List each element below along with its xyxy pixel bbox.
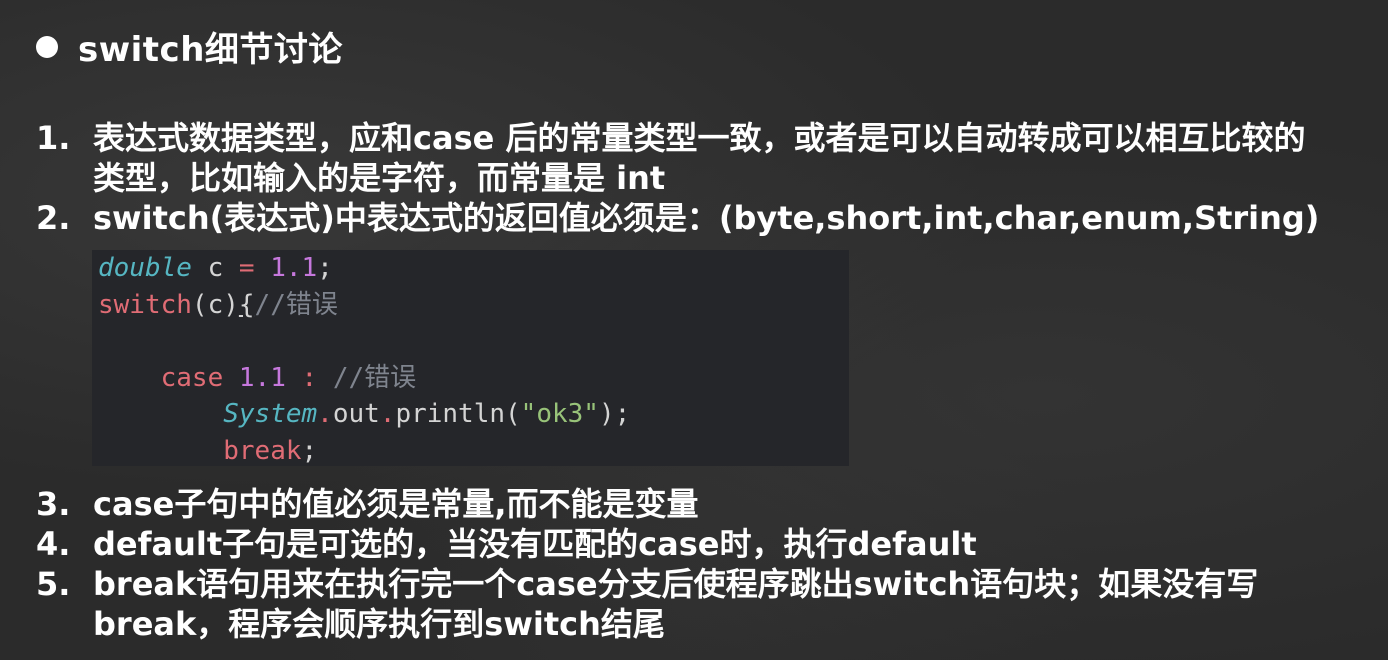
rules-list-top: 1. 表达式数据类型，应和case 后的常量类型一致，或者是可以自动转成可以相互… <box>36 118 1371 238</box>
code-class: System <box>223 399 318 429</box>
rules-list-bottom: 3. case子句中的值必须是常量,而不能是变量 4. default子句是可选… <box>36 484 1371 644</box>
item-line: switch(表达式)中表达式的返回值必须是：(byte,short,int,c… <box>93 199 1320 237</box>
list-item: 5. break语句用来在执行完一个case分支后使程序跳出switch语句块；… <box>36 564 1371 644</box>
code-semicolon: ; <box>301 435 318 466</box>
item-line: break，程序会顺序执行到switch结尾 <box>93 605 665 643</box>
item-number: 5. <box>36 565 71 603</box>
code-keyword: switch <box>98 289 192 320</box>
item-text: break语句用来在执行完一个case分支后使程序跳出switch语句块；如果没… <box>93 564 1371 644</box>
item-line: 表达式数据类型，应和case 后的常量类型一致，或者是可以自动转成可以相互比较的 <box>93 119 1306 157</box>
code-comment: //错误 <box>317 362 417 393</box>
item-line: 类型，比如输入的是字符，而常量是 int <box>93 159 666 197</box>
list-item: 4. default子句是可选的，当没有匹配的case时，执行default <box>36 524 1371 564</box>
code-dot: . <box>317 399 333 429</box>
code-line-5: System.out.println("ok3"); <box>98 396 849 433</box>
code-keyword: break <box>223 435 302 466</box>
code-line-2: switch(c){//错误 <box>98 287 849 324</box>
item-number: 1. <box>36 119 71 157</box>
slide-title-row: switch细节讨论 <box>36 22 343 71</box>
list-item: 1. 表达式数据类型，应和case 后的常量类型一致，或者是可以自动转成可以相互… <box>36 118 1371 198</box>
code-operator: = <box>238 253 255 283</box>
item-text: default子句是可选的，当没有匹配的case时，执行default <box>93 524 1371 564</box>
code-string: "ok3" <box>520 399 599 429</box>
code-method: println( <box>395 399 521 429</box>
list-item: 3. case子句中的值必须是常量,而不能是变量 <box>36 484 1371 524</box>
code-paren: (c) <box>191 289 239 320</box>
code-block: double c = 1.1; switch(c){//错误 case 1.1 … <box>92 250 849 466</box>
item-number: 4. <box>36 525 71 563</box>
code-line-6: break; <box>98 433 849 467</box>
code-line-1: double c = 1.1; <box>98 250 849 287</box>
code-dot: . <box>379 399 396 429</box>
code-number: 1.1 <box>223 362 286 393</box>
code-colon: : <box>285 362 318 393</box>
code-number: 1.1 <box>254 253 318 283</box>
item-line: break语句用来在执行完一个case分支后使程序跳出switch语句块；如果没… <box>93 565 1259 603</box>
item-number: 3. <box>36 485 71 523</box>
code-keyword: case <box>160 362 224 393</box>
code-end: ); <box>598 399 631 429</box>
item-text: case子句中的值必须是常量,而不能是变量 <box>93 484 1371 524</box>
code-comment: //错误 <box>254 289 338 320</box>
item-text: 表达式数据类型，应和case 后的常量类型一致，或者是可以自动转成可以相互比较的… <box>93 118 1371 198</box>
code-field: out <box>332 399 380 429</box>
list-item: 2. switch(表达式)中表达式的返回值必须是：(byte,short,in… <box>36 198 1371 238</box>
item-number: 2. <box>36 199 71 237</box>
code-semicolon: ; <box>317 253 333 283</box>
bullet-icon <box>36 35 58 58</box>
code-brace: { <box>238 289 255 320</box>
code-type: double <box>98 253 192 283</box>
code-var: c <box>191 253 239 283</box>
slide-title: switch细节讨论 <box>78 30 343 70</box>
code-line-4: case 1.1 : //错误 <box>98 360 849 397</box>
item-line: default子句是可选的，当没有匹配的case时，执行default <box>93 525 977 563</box>
item-text: switch(表达式)中表达式的返回值必须是：(byte,short,int,c… <box>93 198 1371 238</box>
item-line: case子句中的值必须是常量,而不能是变量 <box>93 485 699 523</box>
